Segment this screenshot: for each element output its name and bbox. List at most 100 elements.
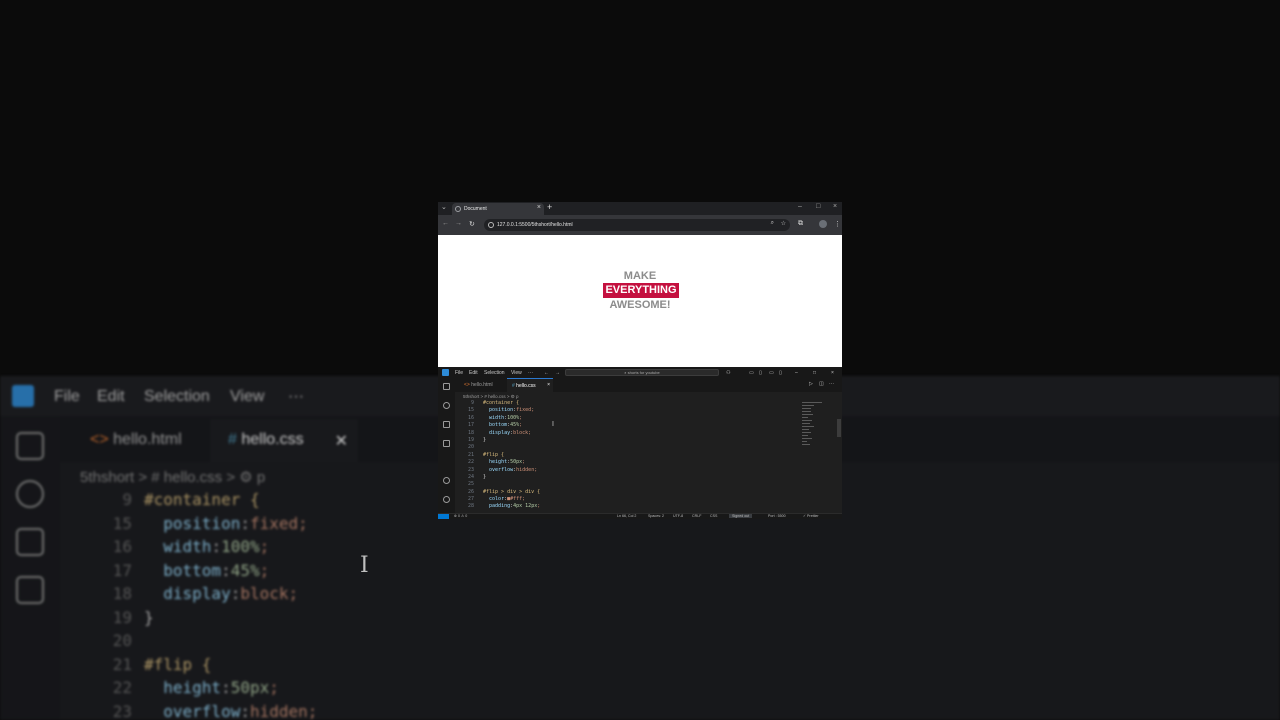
headline-flip-word: EVERYTHING: [603, 283, 679, 298]
menu-view[interactable]: View: [511, 370, 522, 376]
code-line[interactable]: 18 display:block;: [455, 430, 805, 437]
extensions-puzzle-icon[interactable]: ⧉: [798, 220, 803, 228]
toggle-secondary-sidebar-icon[interactable]: ▯: [779, 370, 782, 376]
vertical-scrollbar[interactable]: [837, 419, 841, 437]
line-number: 9: [122, 490, 132, 509]
cursor-position[interactable]: Ln 66, Col 2: [617, 514, 636, 518]
code-text: position:fixed;: [489, 407, 535, 414]
site-info-icon[interactable]: [488, 222, 494, 228]
line-number: 18: [112, 584, 132, 603]
account-icon[interactable]: [443, 477, 450, 484]
tab-label: hello.css: [516, 383, 536, 389]
code-line[interactable]: 9 #container {: [455, 400, 805, 407]
code-editor[interactable]: 9 #container {15 position:fixed; 16 width:…: [455, 400, 805, 511]
remote-indicator[interactable]: [438, 514, 449, 519]
close-window-icon[interactable]: ×: [833, 203, 837, 210]
prettier-status[interactable]: ✓ Prettier: [803, 514, 819, 518]
code-line[interactable]: 21 #flip {: [455, 452, 805, 459]
line-number: 19: [112, 607, 132, 627]
close-tab-icon[interactable]: ×: [547, 382, 550, 388]
tab-hello-html[interactable]: <> hello.html: [459, 378, 507, 392]
nav-forward-icon[interactable]: →: [555, 370, 560, 376]
encoding-status[interactable]: UTF-8: [673, 514, 683, 518]
line-number: 17: [112, 560, 132, 580]
code-line[interactable]: 20: [455, 444, 805, 451]
line-number: 22: [467, 459, 474, 466]
code-text: #flip > div > div {: [483, 488, 541, 495]
code-text: width:100%;: [163, 537, 270, 556]
zoom-icon[interactable]: ⌕: [771, 220, 774, 227]
live-server-port[interactable]: Port : 5500: [768, 514, 786, 518]
code-line[interactable]: 22 height:50px;: [455, 459, 805, 466]
vscode-window: File Edit Selection View ··· ← → ⌕ short…: [438, 367, 842, 519]
menu-edit[interactable]: Edit: [469, 370, 478, 376]
layout-icon[interactable]: ▭: [749, 370, 754, 376]
split-editor-icon[interactable]: ◫: [819, 381, 824, 387]
line-number: 18: [467, 429, 474, 436]
code-text: height:50px;: [163, 678, 279, 697]
reload-icon[interactable]: ↻: [469, 220, 475, 228]
code-text: bottom:45%;: [163, 560, 270, 580]
code-line[interactable]: 26 #flip > div > div {: [455, 489, 805, 496]
bookmark-star-icon[interactable]: ☆: [781, 220, 786, 227]
code-line[interactable]: 19}: [455, 437, 805, 444]
more-actions-icon[interactable]: ···: [829, 381, 834, 387]
minimap[interactable]: [802, 400, 842, 470]
signed-out-status[interactable]: Signed out: [729, 514, 753, 518]
close-icon[interactable]: ×: [831, 370, 834, 376]
settings-gear-icon[interactable]: [443, 496, 450, 503]
browser-tab[interactable]: Document ×: [452, 203, 544, 215]
profile-avatar-icon[interactable]: [819, 220, 827, 228]
browser-menu-icon[interactable]: ⋮: [834, 220, 841, 228]
copilot-icon[interactable]: ⚇: [726, 370, 730, 376]
problems-status[interactable]: ⊗ 0 ⚠ 0: [454, 514, 467, 518]
indentation-status[interactable]: Spaces: 2: [648, 514, 664, 518]
search-icon: ⌕: [624, 370, 627, 375]
run-debug-icon[interactable]: [443, 421, 450, 428]
html-icon: <>: [90, 431, 109, 448]
close-tab-icon[interactable]: ×: [537, 204, 541, 211]
search-icon[interactable]: [443, 402, 450, 409]
tab-title: Document: [464, 206, 487, 212]
back-icon[interactable]: ←: [442, 220, 449, 227]
code-text: height:50px;: [489, 459, 526, 466]
code-line[interactable]: 25: [455, 481, 805, 488]
tab-label: hello.html: [471, 382, 493, 388]
run-icon[interactable]: ▷: [809, 381, 813, 387]
address-bar[interactable]: 127.0.0.1:5500/5thshort/hello.html ⌕ ☆: [484, 219, 790, 231]
maximize-icon[interactable]: □: [816, 203, 820, 210]
menu-file[interactable]: File: [455, 370, 463, 376]
menu-selection[interactable]: Selection: [484, 370, 505, 376]
bg-tab-label: hello.html: [113, 431, 182, 448]
minimize-icon[interactable]: –: [795, 370, 798, 376]
code-line[interactable]: 28 padding:4px 12px;: [455, 503, 805, 510]
toggle-sidebar-icon[interactable]: ▯: [759, 370, 762, 376]
forward-icon[interactable]: →: [455, 220, 462, 227]
code-line[interactable]: 16 width:100%;: [455, 415, 805, 422]
explorer-icon[interactable]: [443, 383, 450, 390]
tab-hello-css[interactable]: # hello.css ×: [507, 378, 553, 392]
nav-back-icon[interactable]: ←: [544, 370, 549, 376]
search-icon: [16, 480, 44, 508]
line-number: 15: [112, 513, 132, 533]
command-center-search[interactable]: ⌕ shorts for youtube: [565, 369, 719, 376]
code-line[interactable]: 27 color:■#fff;: [455, 496, 805, 503]
code-text: #container {: [483, 400, 520, 406]
text-cursor-icon: I: [552, 421, 554, 428]
tab-search-icon[interactable]: ⌄: [441, 203, 447, 211]
headline-awesome: AWESOME!: [609, 299, 671, 311]
code-text: display:block;: [163, 584, 299, 603]
toggle-panel-icon[interactable]: ▭: [769, 370, 774, 376]
language-mode[interactable]: CSS: [710, 514, 717, 518]
eol-status[interactable]: CRLF: [692, 514, 701, 518]
code-line[interactable]: 17 bottom:45%;: [455, 422, 805, 429]
minimize-icon[interactable]: –: [798, 203, 802, 210]
new-tab-button[interactable]: +: [547, 202, 552, 212]
code-line[interactable]: 24}: [455, 474, 805, 481]
code-line[interactable]: 23 overflow:hidden;: [455, 467, 805, 474]
extensions-icon[interactable]: [443, 440, 450, 447]
code-line[interactable]: 15 position:fixed;: [455, 407, 805, 414]
menu-more[interactable]: ···: [528, 370, 533, 376]
code-text: overflow:hidden;: [163, 701, 318, 720]
maximize-icon[interactable]: □: [813, 370, 816, 376]
